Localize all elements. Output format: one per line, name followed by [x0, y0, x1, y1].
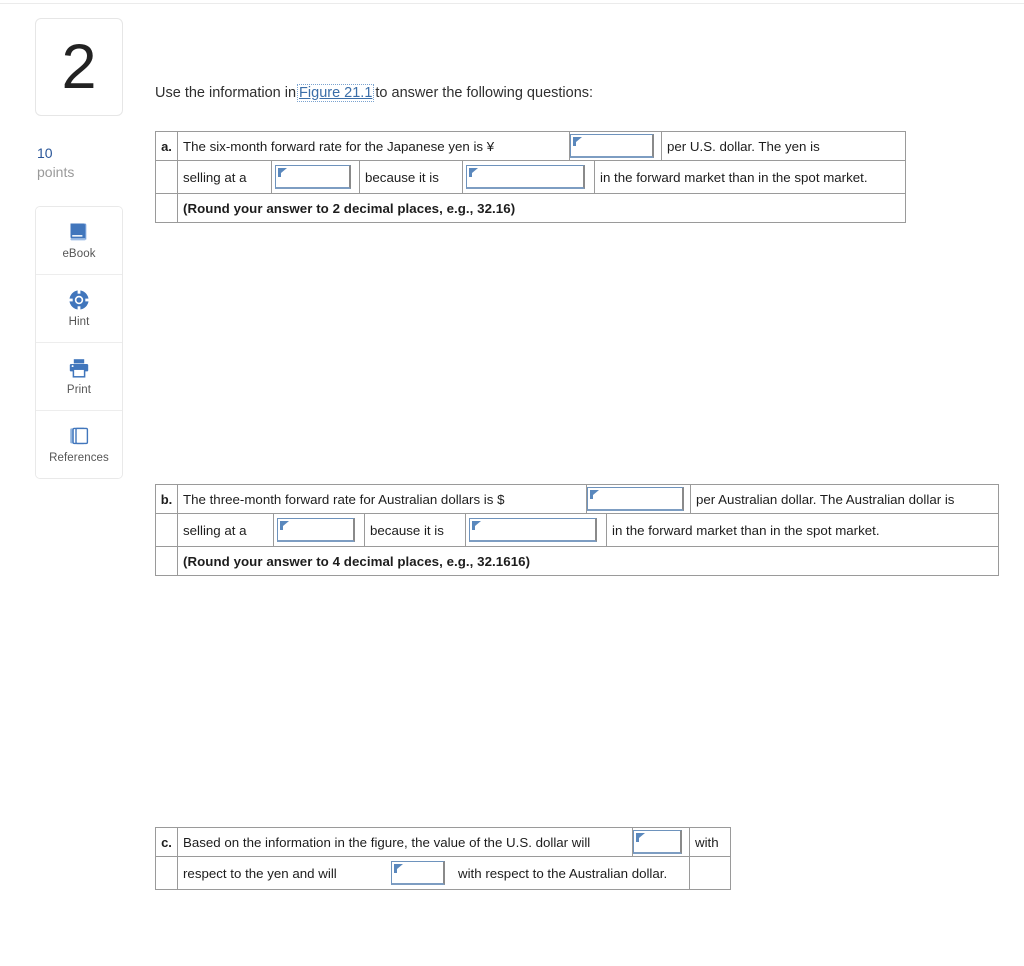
part-a-rounding-note: (Round your answer to 2 decimal places, …: [177, 193, 906, 223]
part-c-spacer-1: [155, 856, 178, 890]
part-a-spacer-1: [155, 160, 178, 194]
tool-print-label: Print: [66, 384, 92, 397]
part-c-aud-cell: [388, 857, 453, 889]
table-row: selling at a because it is in the forwar…: [155, 160, 906, 194]
points-display: 10 points: [35, 144, 125, 182]
tool-references[interactable]: References: [36, 410, 122, 478]
part-b-line2-seg3: in the forward market than in the spot m…: [606, 514, 998, 546]
part-c-line2-cell: respect to the yen and will with respect…: [177, 856, 690, 890]
part-a-line2-seg1: selling at a: [178, 161, 272, 193]
part-b-table: b. The three-month forward rate for Aust…: [155, 484, 999, 576]
tool-print[interactable]: Print: [36, 342, 122, 411]
part-c-yen-direction-input[interactable]: [633, 830, 682, 854]
part-b-rate-input[interactable]: [587, 487, 684, 511]
ebook-icon: [67, 220, 91, 244]
part-b-premium-cell: [273, 514, 365, 546]
question-number: 2: [61, 31, 97, 102]
part-c-spacer-2: [689, 856, 731, 890]
part-a-line2-seg3: in the forward market than in the spot m…: [594, 161, 905, 193]
table-row: a. The six-month forward rate for the Ja…: [155, 131, 906, 161]
part-c-yen-cell: [632, 827, 690, 857]
table-row: selling at a because it is in the forwar…: [155, 513, 999, 547]
part-a-rate-cell: [569, 131, 662, 161]
part-b-rate-cell: [586, 484, 691, 514]
part-b-line2-seg1: selling at a: [178, 514, 274, 546]
question-number-box: 2: [35, 18, 123, 116]
part-b-letter: b.: [155, 484, 178, 514]
prompt-text-before: Use the information in: [155, 85, 297, 101]
table-row: c. Based on the information in the figur…: [155, 827, 731, 857]
part-a-line2-cell: selling at a because it is in the forwar…: [177, 160, 906, 194]
part-a-spacer-2: [155, 193, 178, 223]
printer-icon: [67, 356, 91, 380]
part-c-aud-direction-input[interactable]: [391, 861, 445, 885]
part-a-letter: a.: [155, 131, 178, 161]
tool-ebook-label: eBook: [62, 248, 96, 261]
part-b-rounding-note: (Round your answer to 4 decimal places, …: [177, 546, 999, 576]
table-row: b. The three-month forward rate for Aust…: [155, 484, 999, 514]
tool-references-label: References: [49, 452, 109, 465]
part-b-line1-suffix: per Australian dollar. The Australian do…: [690, 484, 999, 514]
part-c-table: c. Based on the information in the figur…: [155, 827, 731, 890]
part-a-premium-cell: [271, 161, 360, 193]
prompt-text-after: to answer the following questions:: [375, 85, 594, 101]
documents-icon: [67, 424, 91, 448]
figure-link[interactable]: Figure 21.1: [297, 84, 375, 102]
part-c-line1-text: Based on the information in the figure, …: [177, 827, 633, 857]
part-b-line1-text: The three-month forward rate for Austral…: [177, 484, 587, 514]
tool-ebook[interactable]: eBook: [36, 206, 122, 275]
points-value: 10: [37, 145, 53, 161]
question-rail: 2 10 points eBook Hint Print References: [35, 18, 125, 479]
top-divider: [0, 3, 1024, 4]
question-prompt: Use the information in Figure 21.1 to answ…: [155, 84, 594, 102]
part-b-spacer-2: [155, 546, 178, 576]
part-b-more-less-input[interactable]: [469, 518, 597, 542]
life-ring-icon: [67, 288, 91, 312]
part-a-table: a. The six-month forward rate for the Ja…: [155, 131, 906, 223]
tool-panel: eBook Hint Print References: [35, 205, 123, 479]
tool-hint-label: Hint: [68, 316, 90, 329]
table-row: (Round your answer to 2 decimal places, …: [155, 193, 906, 223]
part-a-premium-input[interactable]: [275, 165, 351, 189]
table-row: (Round your answer to 4 decimal places, …: [155, 546, 999, 576]
part-a-rate-input[interactable]: [570, 134, 654, 158]
part-c-line1-suffix: with: [689, 827, 731, 857]
part-a-morelesscell: [462, 161, 595, 193]
part-c-line2-seg1: respect to the yen and will: [178, 857, 388, 889]
part-b-spacer-1: [155, 513, 178, 547]
part-b-moreless-cell: [465, 514, 607, 546]
part-c-line2-seg2: with respect to the Australian dollar.: [453, 857, 689, 889]
part-a-line2-seg2: because it is: [359, 161, 463, 193]
part-a-line1-suffix: per U.S. dollar. The yen is: [661, 131, 906, 161]
part-c-letter: c.: [155, 827, 178, 857]
part-b-line2-cell: selling at a because it is in the forwar…: [177, 513, 999, 547]
tool-hint[interactable]: Hint: [36, 274, 122, 343]
part-a-more-less-input[interactable]: [466, 165, 585, 189]
part-b-line2-seg2: because it is: [364, 514, 466, 546]
part-b-premium-input[interactable]: [277, 518, 355, 542]
part-a-line1-text: The six-month forward rate for the Japan…: [177, 131, 570, 161]
points-label: points: [37, 163, 75, 180]
table-row: respect to the yen and will with respect…: [155, 856, 731, 890]
